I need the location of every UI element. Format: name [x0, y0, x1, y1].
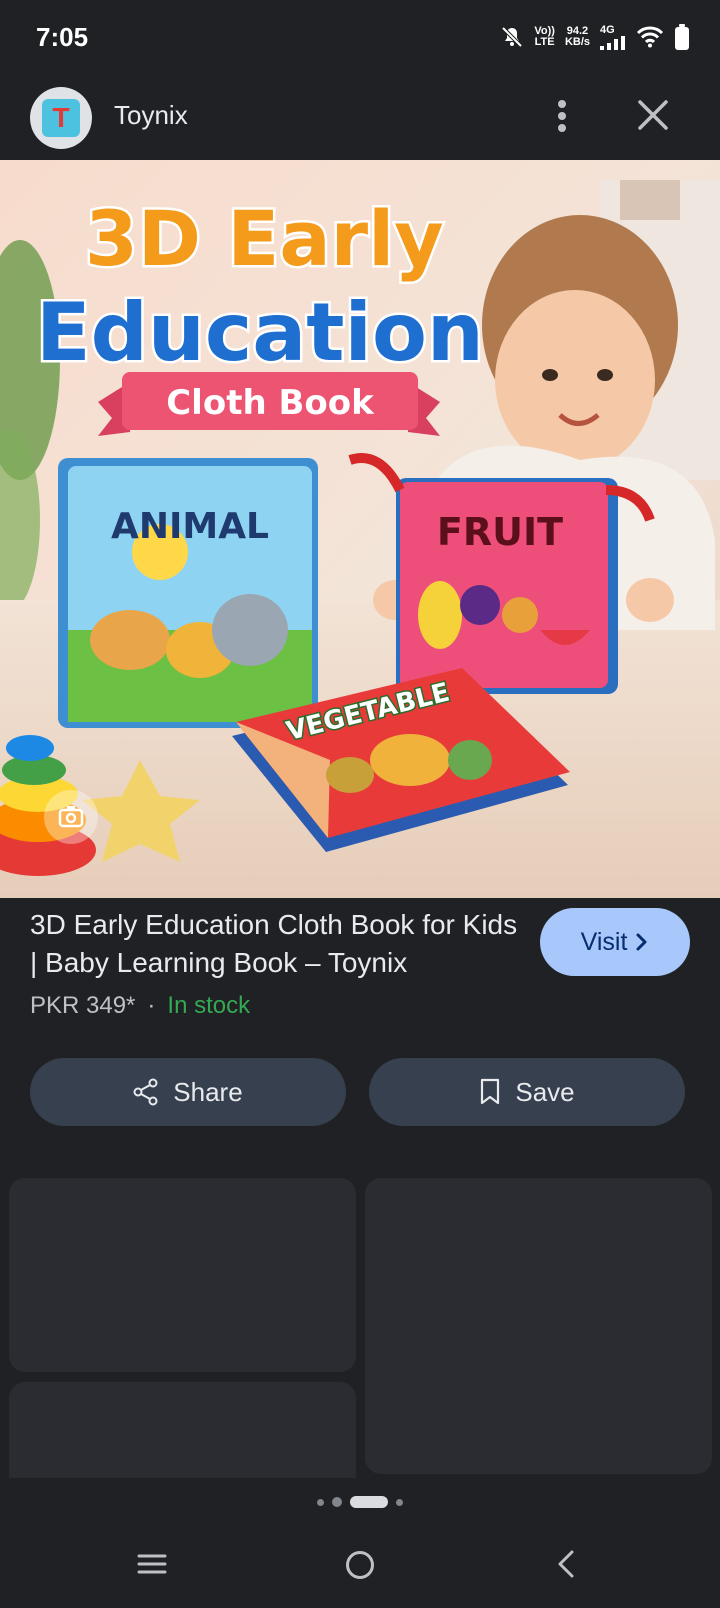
result-card[interactable]: [365, 1178, 712, 1474]
price-separator: ·: [147, 992, 156, 1019]
save-button-label: Save: [515, 1076, 575, 1107]
lens-button[interactable]: [44, 790, 98, 844]
stock-status: In stock: [167, 992, 251, 1019]
mute-icon: [501, 26, 523, 48]
store-logo: T: [42, 99, 80, 137]
system-nav-bar: [0, 1536, 720, 1608]
status-time: 7:05: [36, 22, 89, 52]
app-header: T Toynix: [0, 70, 720, 160]
product-image[interactable]: 3D Early Education Cloth Book ANIMAL FRU…: [0, 160, 720, 898]
share-icon: [133, 1078, 158, 1106]
back-icon[interactable]: [552, 1548, 580, 1580]
share-button[interactable]: Share: [30, 1058, 346, 1126]
status-bar: 7:05 Vo)) LTE 94.2 KB/s 4G: [0, 0, 720, 70]
bookmark-icon: [481, 1078, 500, 1105]
result-card[interactable]: [9, 1178, 356, 1372]
store-avatar[interactable]: T: [30, 87, 92, 149]
page-dot: [396, 1498, 403, 1506]
status-icons: Vo)) LTE 94.2 KB/s 4G: [500, 24, 690, 50]
store-name[interactable]: Toynix: [114, 100, 188, 131]
battery-icon: [675, 24, 689, 50]
chevron-right-icon: [636, 933, 647, 951]
menu-icon[interactable]: [136, 1548, 168, 1580]
network-speed: 94.2 KB/s: [564, 25, 590, 48]
close-icon[interactable]: [634, 96, 672, 134]
volte-indicator: Vo)) LTE: [534, 25, 555, 48]
more-vert-icon[interactable]: [546, 96, 578, 136]
product-title[interactable]: 3D Early Education Cloth Book for Kids |…: [30, 906, 520, 982]
home-icon[interactable]: [343, 1548, 377, 1582]
save-button[interactable]: Save: [369, 1058, 685, 1126]
page-dot: [317, 1498, 324, 1506]
wifi-icon: [636, 26, 664, 48]
product-price: PKR 349*: [30, 992, 136, 1019]
page-dot: [332, 1497, 342, 1507]
visit-button-label: Visit: [580, 927, 628, 956]
lens-icon: [58, 806, 84, 828]
svg-text:Cloth Book: Cloth Book: [166, 383, 375, 423]
page-indicator: [0, 1496, 720, 1508]
svg-text:Education: Education: [36, 286, 484, 379]
svg-text:FRUIT: FRUIT: [437, 510, 563, 554]
share-button-label: Share: [173, 1076, 243, 1107]
signal-icon: [600, 35, 625, 50]
product-image-illustration: 3D Early Education Cloth Book ANIMAL FRU…: [0, 160, 720, 898]
signal-indicator: 4G: [600, 23, 626, 50]
visit-button[interactable]: Visit: [540, 908, 690, 976]
page-dot-active: [350, 1496, 388, 1508]
svg-text:ANIMAL: ANIMAL: [111, 506, 269, 547]
price-row: PKR 349* · In stock: [30, 992, 250, 1020]
svg-text:3D Early: 3D Early: [85, 194, 444, 283]
network-type: 4G: [600, 23, 615, 36]
